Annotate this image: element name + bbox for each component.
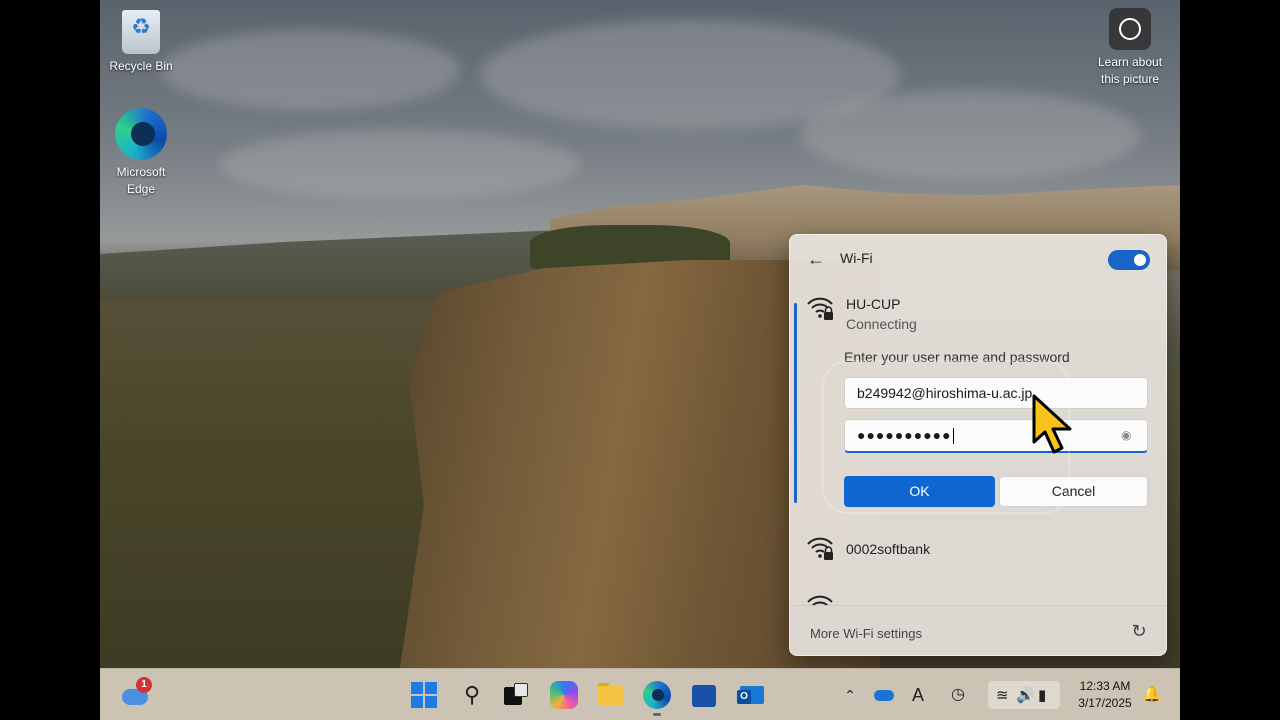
ime-mode-icon[interactable]: A xyxy=(906,683,930,707)
wifi-toggle[interactable] xyxy=(1108,250,1150,270)
quick-settings-button[interactable]: ≊ 🔊 ▮ xyxy=(988,681,1060,709)
network-ssid: 0002softbank xyxy=(846,541,931,557)
clock-time: 12:33 AM xyxy=(1079,679,1131,693)
wifi-icon: ≊ xyxy=(996,687,1009,704)
username-value: b249942@hiroshima-u.ac.jp xyxy=(857,385,1033,401)
text-caret xyxy=(952,428,954,445)
credentials-prompt: Enter your user name and password xyxy=(844,349,1070,365)
ime-label: A xyxy=(911,685,924,705)
edge-icon xyxy=(115,108,167,160)
store-icon[interactable] xyxy=(690,681,718,709)
onedrive-icon[interactable] xyxy=(872,683,896,707)
network-list: HU-CUP Connecting Enter your user name a… xyxy=(790,289,1166,607)
wifi-secured-icon xyxy=(806,295,834,321)
more-wifi-settings-link[interactable]: More Wi-Fi settings xyxy=(810,626,922,641)
eye-icon[interactable]: ◉ xyxy=(1121,428,1137,442)
taskbar: 1 ⚲ O ⌃ A ◷ ≊ 🔊 ▮ 12:33 AM 3/17/2025 🔔 xyxy=(100,668,1180,720)
chevron-up-icon[interactable]: ⌃ xyxy=(842,683,858,707)
battery-icon: ▮ xyxy=(1038,687,1047,704)
desktop-icon-recycle-bin[interactable]: Recycle Bin xyxy=(101,10,181,75)
desktop-icon-learn-about-picture[interactable]: Learn about this picture xyxy=(1090,8,1170,88)
desktop-screen: Recycle Bin Microsoft Edge Learn about t… xyxy=(100,0,1180,720)
desktop-icon-label: Microsoft Edge xyxy=(116,165,166,196)
cancel-button[interactable]: Cancel xyxy=(999,476,1148,507)
network-item-active[interactable]: HU-CUP Connecting Enter your user name a… xyxy=(790,289,1166,509)
outlook-icon[interactable]: O xyxy=(737,681,765,709)
network-status: Connecting xyxy=(846,316,917,332)
ok-button[interactable]: OK xyxy=(844,476,995,507)
flyout-header: ← Wi-Fi xyxy=(790,235,1166,283)
windows-start-icon[interactable] xyxy=(410,681,438,709)
clock-app-icon[interactable]: ◷ xyxy=(946,683,970,707)
notification-badge: 1 xyxy=(136,677,152,693)
edge-icon[interactable] xyxy=(643,681,671,709)
task-view-icon[interactable] xyxy=(502,681,530,709)
password-field[interactable]: ●●●●●●●●●● ◉ xyxy=(844,419,1148,453)
recycle-bin-icon xyxy=(122,10,160,54)
folder-icon[interactable] xyxy=(597,681,625,709)
search-icon[interactable]: ⚲ xyxy=(458,681,486,709)
notification-bell-icon[interactable]: 🔔 xyxy=(1142,683,1162,707)
username-field[interactable]: b249942@hiroshima-u.ac.jp xyxy=(844,377,1148,409)
wifi-secured-icon xyxy=(806,535,834,561)
volume-icon: 🔊 xyxy=(1016,687,1035,704)
wifi-flyout: ← Wi-Fi HU-CUP Connecting Enter your use… xyxy=(789,234,1167,656)
desktop-icon-edge[interactable]: Microsoft Edge xyxy=(101,108,181,198)
back-arrow-icon[interactable]: ← xyxy=(804,247,828,271)
picture-info-icon xyxy=(1109,8,1151,50)
taskbar-clock[interactable]: 12:33 AM 3/17/2025 xyxy=(1070,678,1140,712)
running-indicator xyxy=(653,713,661,716)
desktop-icon-label: Learn about this picture xyxy=(1097,55,1163,86)
refresh-icon[interactable]: ↻ xyxy=(1128,620,1150,642)
selection-indicator xyxy=(794,303,797,503)
network-item[interactable]: 0002softbank xyxy=(790,525,1166,573)
flyout-title: Wi-Fi xyxy=(840,250,873,266)
password-value: ●●●●●●●●●● xyxy=(857,427,952,443)
desktop-icon-label: Recycle Bin xyxy=(109,59,173,73)
copilot-icon[interactable] xyxy=(550,681,578,709)
clock-date: 3/17/2025 xyxy=(1078,696,1132,710)
widgets-button[interactable]: 1 xyxy=(120,677,152,711)
mouse-cursor-icon xyxy=(1030,394,1076,454)
flyout-footer: More Wi-Fi settings ↻ xyxy=(790,605,1166,655)
network-ssid: HU-CUP xyxy=(846,296,901,312)
